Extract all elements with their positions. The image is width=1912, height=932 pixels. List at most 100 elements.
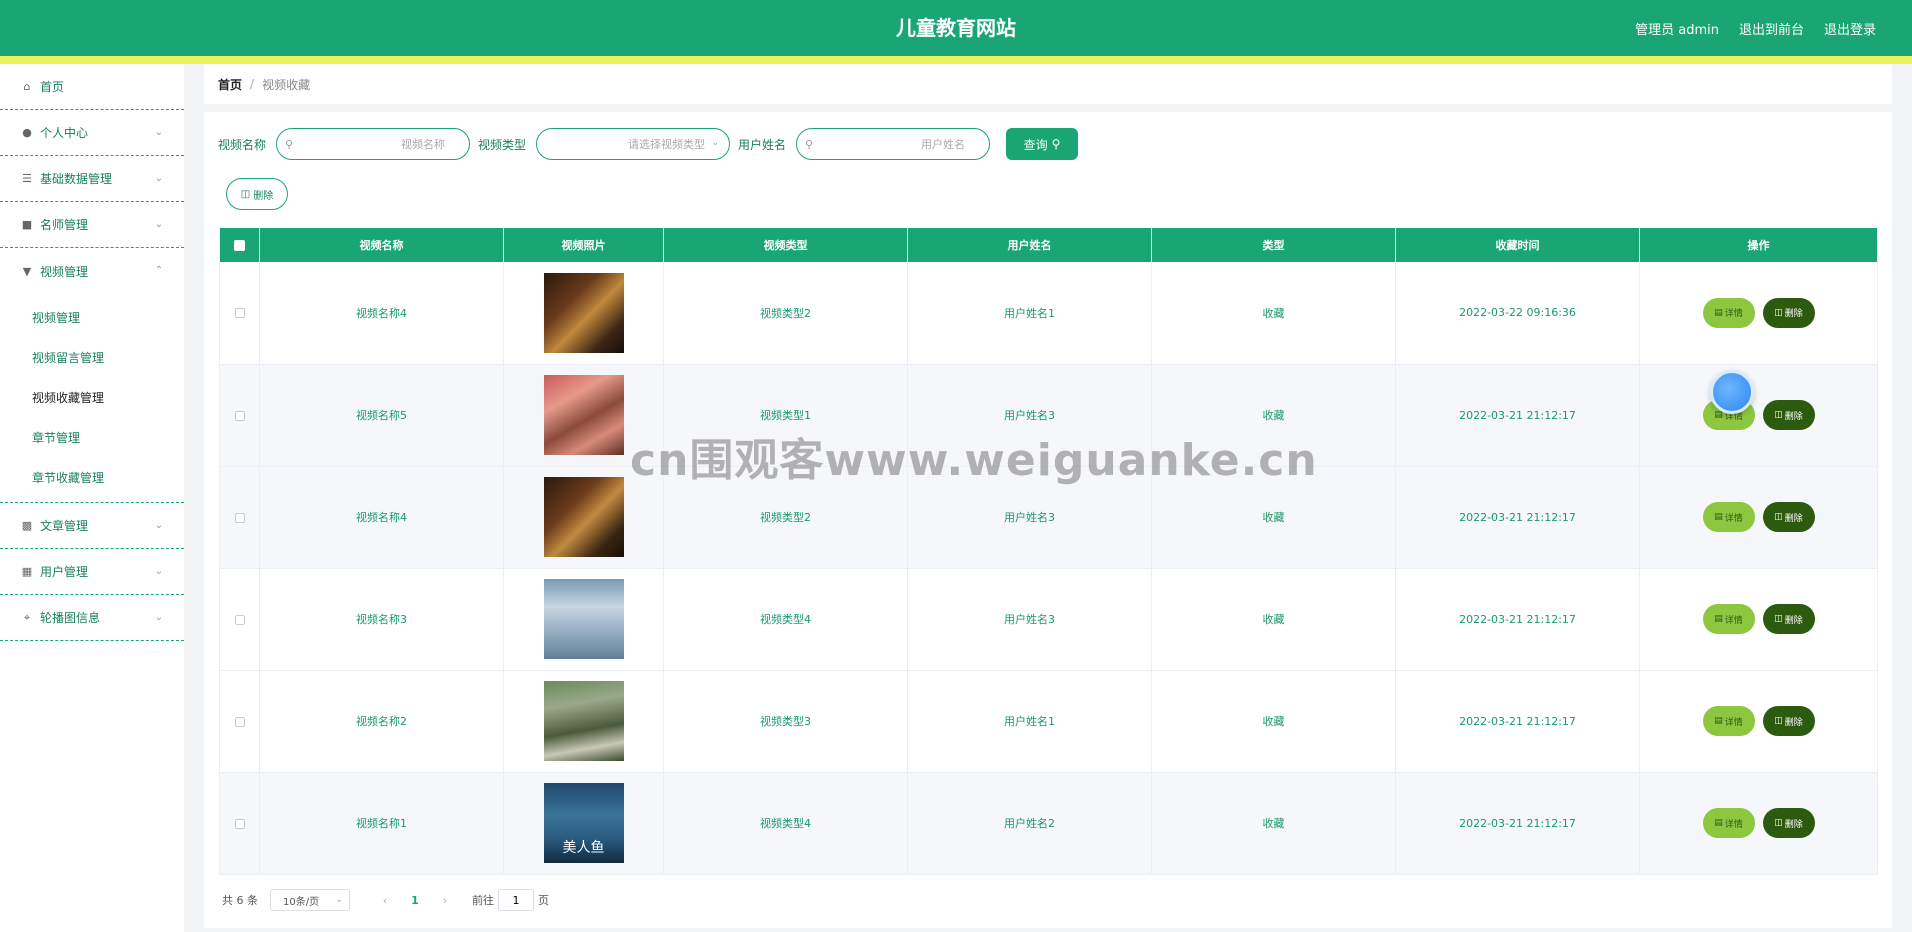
row-checkbox[interactable]	[234, 614, 245, 625]
video-name-input[interactable]	[277, 129, 470, 159]
sidebar-item-label: 轮播图信息	[40, 611, 101, 625]
delete-button[interactable]: ◫ 删除	[1762, 604, 1815, 634]
page-size-value: 10条/页	[283, 896, 320, 908]
select-all-cell	[219, 228, 260, 262]
table-row: 视频名称4 视频类型2 用户姓名1 收藏 2022-03-22 09:16:36…	[219, 262, 1878, 365]
col-header-time: 收藏时间	[1395, 228, 1640, 262]
table-row: 视频名称5 视频类型1 用户姓名3 收藏 2022-03-21 21:12:17…	[219, 364, 1878, 467]
detail-button[interactable]: ▤ 详情	[1702, 297, 1755, 328]
col-header-user-name: 用户姓名	[907, 228, 1152, 262]
cell-video-name: 视频名称4	[259, 466, 504, 569]
video-name-label: 视频名称	[218, 137, 267, 152]
sidebar-item-article[interactable]: ▩ 文章管理 ⌄	[0, 503, 184, 549]
document-icon: ▤	[1714, 307, 1723, 318]
row-checkbox[interactable]	[234, 308, 245, 319]
delete-button[interactable]: ◫ 删除	[1762, 808, 1815, 838]
goto-page-input[interactable]	[498, 889, 534, 911]
sidebar-item-personal-center[interactable]: ● 个人中心 ⌄	[0, 110, 184, 156]
trash-icon: ◫	[1774, 307, 1783, 318]
delete-button[interactable]: ◫ 删除	[1762, 400, 1815, 430]
site-title: 儿童教育网站	[896, 16, 1016, 40]
row-checkbox[interactable]	[234, 512, 245, 523]
row-checkbox[interactable]	[234, 410, 245, 421]
table-row: 视频名称2 视频类型3 用户姓名1 收藏 2022-03-21 21:12:17…	[219, 670, 1878, 773]
cell-kind: 收藏	[1151, 466, 1396, 569]
document-icon: ▤	[1714, 614, 1723, 624]
table-row: 视频名称3 视频类型4 用户姓名3 收藏 2022-03-21 21:12:17…	[219, 568, 1878, 671]
page-size-select[interactable]: 10条/页 ⌄	[270, 889, 350, 911]
next-page-button[interactable]: ›	[430, 894, 460, 907]
query-button[interactable]: 查询 ⚲	[1006, 128, 1079, 160]
chevron-down-icon: ⌄	[711, 138, 720, 148]
sidebar-item-label: 首页	[40, 80, 65, 94]
video-thumbnail	[543, 579, 624, 659]
cell-time: 2022-03-21 21:12:17	[1395, 568, 1640, 671]
delete-button[interactable]: ◫ 删除	[1762, 502, 1815, 532]
cell-kind: 收藏	[1151, 670, 1396, 773]
user-name-input[interactable]	[797, 129, 990, 159]
cell-video-type: 视频类型4	[663, 772, 908, 875]
admin-user-link[interactable]: 管理员 admin	[1635, 19, 1719, 38]
col-header-video-photo: 视频照片	[503, 228, 664, 262]
sidebar-item-label: 文章管理	[40, 519, 89, 533]
submenu-chapter-favorite[interactable]: 章节收藏管理	[0, 458, 184, 498]
pagination: 共 6 条 10条/页 ⌄ ‹ 1 › 前往 页	[222, 888, 549, 912]
search-icon: ⚲	[805, 138, 814, 151]
sidebar-item-users[interactable]: ▦ 用户管理 ⌄	[0, 549, 184, 595]
sidebar-item-carousel[interactable]: ⌖ 轮播图信息 ⌄	[0, 595, 184, 641]
detail-button[interactable]: ▤ 详情	[1702, 706, 1755, 736]
page-number-current[interactable]: 1	[400, 894, 430, 907]
sidebar-item-basic-data[interactable]: ☰ 基础数据管理 ⌄	[0, 156, 184, 202]
cell-video-type: 视频类型3	[663, 670, 908, 773]
cell-video-type: 视频类型2	[663, 262, 908, 365]
breadcrumb-current: 视频收藏	[262, 77, 311, 92]
video-thumbnail: 美人鱼	[543, 783, 624, 863]
table-row: 视频名称1 美人鱼 视频类型4 用户姓名2 收藏 2022-03-21 21:1…	[219, 772, 1878, 875]
logout-link[interactable]: 退出登录	[1824, 19, 1876, 38]
breadcrumb-home[interactable]: 首页	[218, 76, 242, 93]
chevron-down-icon: ⌄	[154, 172, 164, 184]
submenu-video-comment[interactable]: 视频留言管理	[0, 338, 184, 378]
cell-video-type: 视频类型2	[663, 466, 908, 569]
trash-icon: ◫	[1774, 512, 1783, 522]
sidebar-item-home[interactable]: ⌂ 首页	[0, 64, 184, 110]
batch-delete-button[interactable]: ◫ 删除	[226, 178, 288, 210]
video-thumbnail	[543, 477, 624, 557]
cell-video-name: 视频名称4	[259, 262, 504, 365]
submenu-video-manage[interactable]: 视频管理	[0, 298, 184, 338]
col-header-video-name: 视频名称	[259, 228, 504, 262]
grid-icon: ▦	[21, 565, 33, 578]
chevron-up-icon: ⌃	[154, 264, 164, 276]
detail-button[interactable]: ▤ 详情	[1702, 502, 1755, 532]
row-checkbox[interactable]	[234, 818, 245, 829]
breadcrumb: 首页 / 视频收藏	[204, 64, 1892, 104]
search-icon: ⚲	[1051, 137, 1061, 151]
trash-icon: ◫	[1774, 818, 1783, 828]
detail-button[interactable]: ▤ 详情	[1702, 604, 1755, 634]
video-type-input[interactable]	[537, 129, 730, 159]
submenu-video-favorite[interactable]: 视频收藏管理	[0, 378, 184, 418]
cell-video-name: 视频名称2	[259, 670, 504, 773]
floating-assistant-ball[interactable]	[1710, 370, 1754, 414]
table-header-row: 视频名称 视频照片 视频类型 用户姓名 类型 收藏时间 操作	[219, 228, 1878, 262]
video-type-select[interactable]: ⌄	[536, 128, 731, 160]
video-type-label: 视频类型	[478, 137, 527, 152]
stamp-icon: ▼	[22, 264, 32, 278]
back-to-frontend-link[interactable]: 退出到前台	[1739, 19, 1804, 38]
delete-button[interactable]: ◫ 删除	[1762, 706, 1815, 736]
cell-time: 2022-03-22 09:16:36	[1395, 262, 1640, 365]
select-all-checkbox[interactable]	[234, 240, 245, 251]
delete-button[interactable]: ◫ 删除	[1762, 297, 1815, 328]
row-checkbox[interactable]	[234, 716, 245, 727]
sidebar-item-video[interactable]: ▼ 视频管理 ⌃	[0, 248, 184, 294]
user-icon: ●	[22, 126, 32, 139]
sidebar-item-teacher[interactable]: ■ 名师管理 ⌄	[0, 202, 184, 248]
submenu-chapter-manage[interactable]: 章节管理	[0, 418, 184, 458]
detail-button[interactable]: ▤ 详情	[1702, 808, 1755, 838]
goto-label: 前往	[472, 894, 494, 907]
prev-page-button[interactable]: ‹	[370, 894, 400, 907]
cell-user-name: 用户姓名3	[907, 466, 1152, 569]
video-name-field: ⚲	[276, 128, 471, 160]
chevron-down-icon: ⌄	[154, 565, 164, 577]
cell-user-name: 用户姓名3	[907, 568, 1152, 671]
